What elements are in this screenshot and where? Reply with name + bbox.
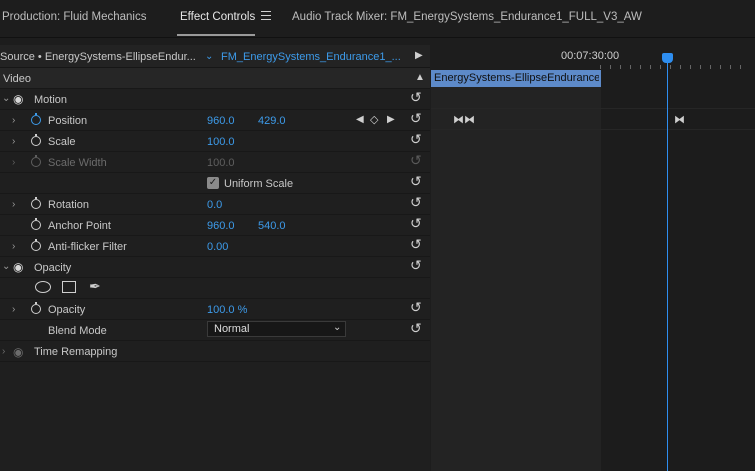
anchor-point-label: Anchor Point [48,220,111,232]
expand-scale-icon[interactable]: › [12,136,15,147]
scale-width-value: 100.0 [207,157,235,169]
play-only-audio-icon[interactable]: ▶ [415,50,423,61]
scale-width-label: Scale Width [48,157,107,169]
reset-icon: ↺ [410,152,422,168]
blend-mode-value: Normal [214,323,250,335]
reset-icon[interactable]: ↺ [410,111,422,125]
chevron-down-icon[interactable]: ⌄ [205,51,213,62]
playhead-line[interactable] [667,58,668,471]
uniform-scale-checkbox[interactable]: ✓ [207,177,219,189]
stopwatch-icon[interactable] [31,134,41,146]
reset-icon[interactable]: ↺ [410,321,422,335]
expand-motion-icon[interactable]: ⌄ [2,93,10,104]
panel-menu-icon[interactable] [261,11,271,21]
anchor-point-x-value[interactable]: 960.0 [207,220,235,232]
position-x-value[interactable]: 960.0 [207,115,235,127]
clip-range-area [431,87,601,471]
anti-flicker-value[interactable]: 0.00 [207,241,228,253]
keyframe-icon[interactable]: ⧓ [674,113,685,126]
stopwatch-icon[interactable] [31,218,41,230]
time-remapping-label: Time Remapping [34,346,118,358]
stopwatch-icon[interactable] [31,113,41,125]
expand-opacity-param-icon[interactable]: › [12,304,15,315]
next-keyframe-icon[interactable]: ▶ [387,114,395,125]
ruler-ticks [600,65,750,69]
scale-label: Scale [48,136,76,148]
playhead-handle[interactable] [662,53,673,63]
expand-time-remapping-icon[interactable]: › [2,346,5,357]
sequence-clip-label[interactable]: FM_EnergySystems_Endurance1_... [221,51,401,63]
reset-icon[interactable]: ↺ [410,195,422,209]
pen-mask-icon[interactable]: ✒ [89,278,101,295]
rectangle-mask-icon[interactable] [62,281,76,293]
reset-icon[interactable]: ↺ [410,132,422,146]
blend-mode-label: Blend Mode [48,325,107,337]
expand-rotation-icon[interactable]: › [12,199,15,210]
tab-effect-controls[interactable]: Effect Controls [180,11,255,23]
timeline-row-divider [431,129,755,130]
eye-icon[interactable]: ◉ [13,260,23,274]
reset-icon[interactable]: ↺ [410,300,422,314]
opacity-label: Opacity [48,304,86,316]
reset-icon[interactable]: ↺ [410,237,422,251]
video-section-header [0,68,430,89]
eye-icon: ◉ [13,345,24,359]
tab-program-monitor[interactable]: Production: Fluid Mechanics [2,11,146,23]
scale-value[interactable]: 100.0 [207,136,235,148]
anchor-point-y-value[interactable]: 540.0 [258,220,286,232]
reset-icon[interactable]: ↺ [410,174,422,188]
expand-opacity-icon[interactable]: ⌄ [2,261,10,272]
rotation-label: Rotation [48,199,89,211]
collapse-arrow-icon[interactable]: ▲ [415,72,425,83]
reset-icon[interactable]: ↺ [410,258,422,272]
opacity-value[interactable]: 100.0 % [207,304,247,316]
expand-position-icon[interactable]: › [12,115,15,126]
reset-icon[interactable]: ↺ [410,216,422,230]
video-section-label: Video [3,73,31,85]
chevron-down-icon: ⌄ [333,322,342,333]
keyframe-icon[interactable]: ⧓⧓ [453,113,475,126]
expand-scale-width-icon[interactable]: › [12,157,15,168]
opacity-section-label: Opacity [34,262,72,274]
source-clip-label[interactable]: Source • EnergySystems-EllipseEndur... [0,51,196,63]
rotation-value[interactable]: 0.0 [207,199,222,211]
uniform-scale-label: Uniform Scale [224,178,294,190]
anti-flicker-label: Anti-flicker Filter [48,241,127,253]
position-y-value[interactable]: 429.0 [258,115,286,127]
eye-icon[interactable]: ◉ [13,92,23,106]
add-keyframe-icon[interactable]: ◇ [370,113,378,126]
ellipse-mask-icon[interactable] [35,281,51,293]
stopwatch-icon[interactable] [31,302,41,314]
stopwatch-icon[interactable] [31,239,41,251]
ruler-timecode: 00:07:30:00 [561,50,620,62]
timeline-clip-label: EnergySystems-EllipseEndurance- [434,72,599,84]
stopwatch-icon [31,155,41,167]
stopwatch-icon[interactable] [31,197,41,209]
tab-audio-track-mixer[interactable]: Audio Track Mixer: FM_EnergySystems_Endu… [292,11,642,23]
timeline-row-divider [431,108,755,109]
active-tab-indicator [177,34,255,36]
position-label: Position [48,115,88,127]
expand-anti-flicker-icon[interactable]: › [12,241,15,252]
previous-keyframe-icon[interactable]: ◀ [356,114,364,125]
reset-icon[interactable]: ↺ [410,90,422,104]
motion-label: Motion [34,94,68,106]
